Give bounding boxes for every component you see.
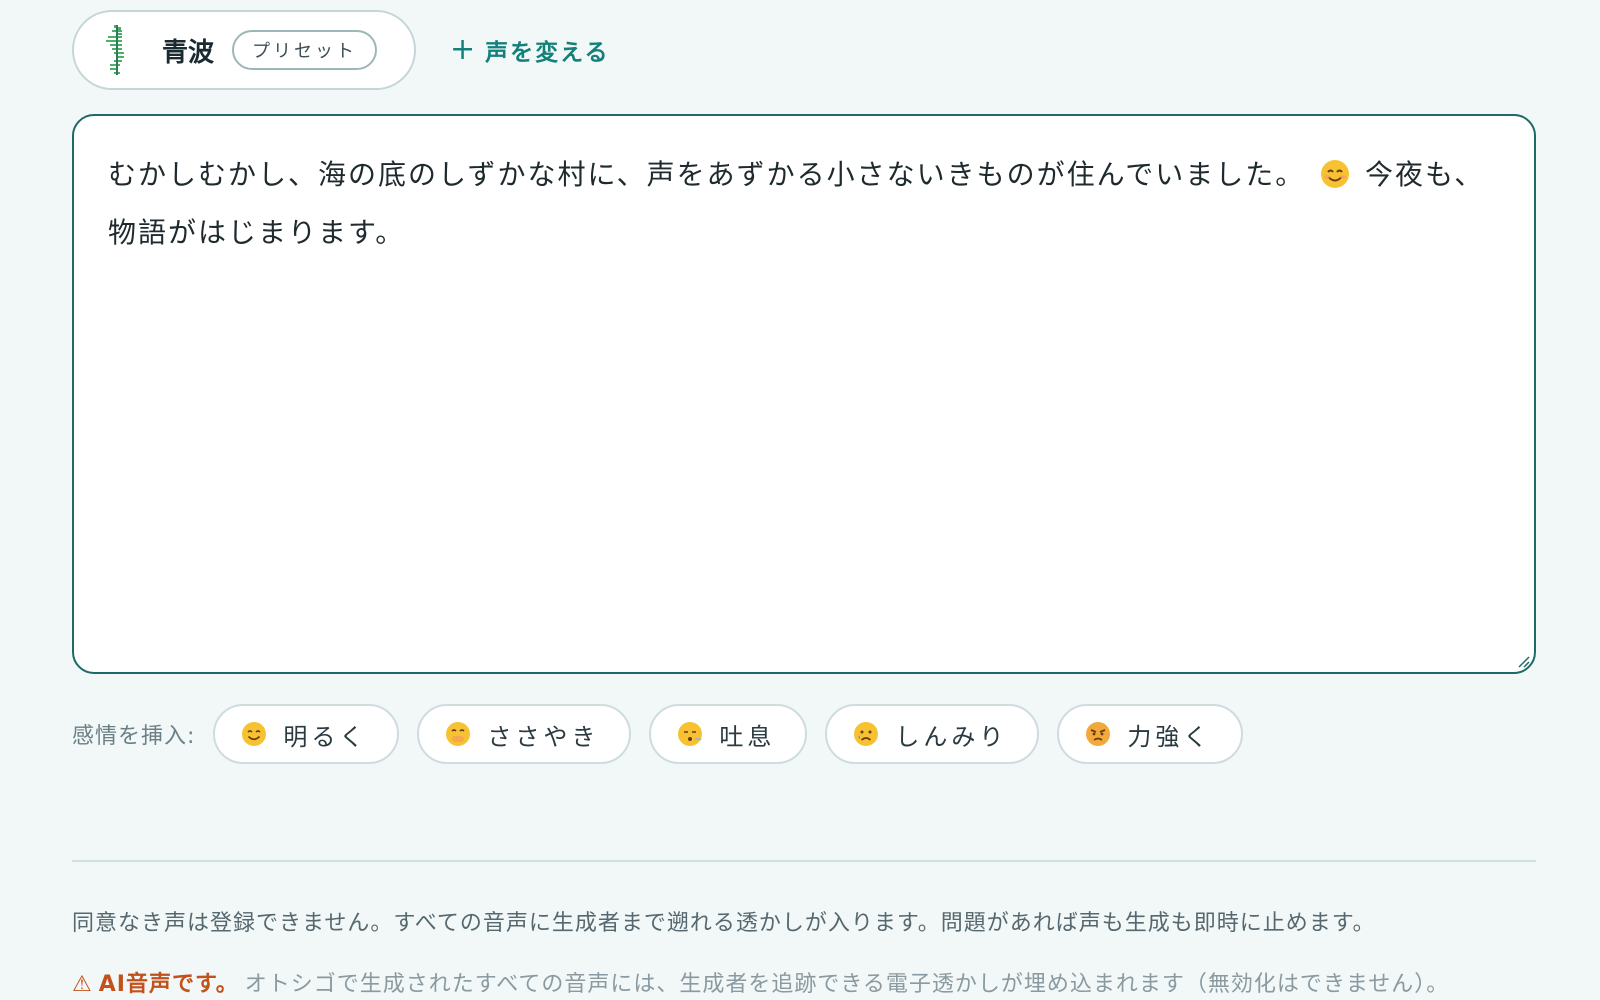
exhale-face-icon <box>678 722 703 746</box>
plus-icon: + <box>450 32 478 67</box>
voice-name: 青波 <box>162 37 215 68</box>
warning-icon: ⚠ <box>72 972 93 997</box>
emotion-chip-label: 力強く <box>1127 722 1212 751</box>
emotion-chip-strong[interactable]: 力強く <box>1057 704 1244 764</box>
emotion-chip-melancholy[interactable]: しんみり <box>825 704 1040 764</box>
emotion-chip-bright[interactable]: 明るく <box>213 704 400 764</box>
emotion-chip-label: 明るく <box>283 722 368 751</box>
consent-notice: 同意なき声は登録できません。すべての音声に生成者まで遡れる透かしが入ります。問題… <box>72 911 1376 936</box>
crying-face-icon <box>854 722 879 746</box>
resize-handle-icon[interactable] <box>1516 654 1530 668</box>
smiling-face-icon <box>242 722 267 746</box>
emotion-label: 感情を挿入: <box>72 724 196 749</box>
seahorse-icon <box>106 25 124 75</box>
voice-selector[interactable]: 青波 プリセット <box>72 10 416 90</box>
change-voice-button[interactable]: + 声を変える <box>450 33 609 67</box>
script-text[interactable]: むかしむかし、海の底のしずかな村に、声をあずかる小さないきものが住んでいました。… <box>108 146 1500 262</box>
voice-bar: 青波 プリセット + 声を変える <box>72 10 609 90</box>
preset-badge: プリセット <box>232 30 378 70</box>
emotion-chip-whisper[interactable]: ささやき <box>417 704 632 764</box>
hand-over-mouth-icon <box>446 722 471 746</box>
emotion-chip-label: しんみり <box>895 722 1008 751</box>
change-voice-label: 声を変える <box>485 40 610 66</box>
warning-text: オトシゴで生成されたすべての音声には、生成者を追跡できる電子透かしが埋め込まれま… <box>244 972 1450 997</box>
script-editor[interactable]: むかしむかし、海の底のしずかな村に、声をあずかる小さないきものが住んでいました。… <box>72 114 1536 674</box>
emotion-chip-label: 吐息 <box>719 722 776 751</box>
smile-emoji <box>1321 160 1350 188</box>
emotion-toolbar: 感情を挿入: 明るく ささやき 吐息 しんみり 力強く <box>72 704 1261 764</box>
script-text-part-1: むかしむかし、海の底のしずかな村に、声をあずかる小さないきものが住んでいました。 <box>108 158 1306 191</box>
divider <box>72 860 1536 862</box>
angry-face-icon <box>1086 722 1111 746</box>
emotion-chip-label: ささやき <box>487 722 600 751</box>
ai-warning: ⚠ AI音声です。 オトシゴで生成されたすべての音声には、生成者を追跡できる電子透か… <box>72 966 1449 998</box>
warning-title: AI音声です。 <box>98 972 239 997</box>
emotion-chip-sigh[interactable]: 吐息 <box>649 704 808 764</box>
